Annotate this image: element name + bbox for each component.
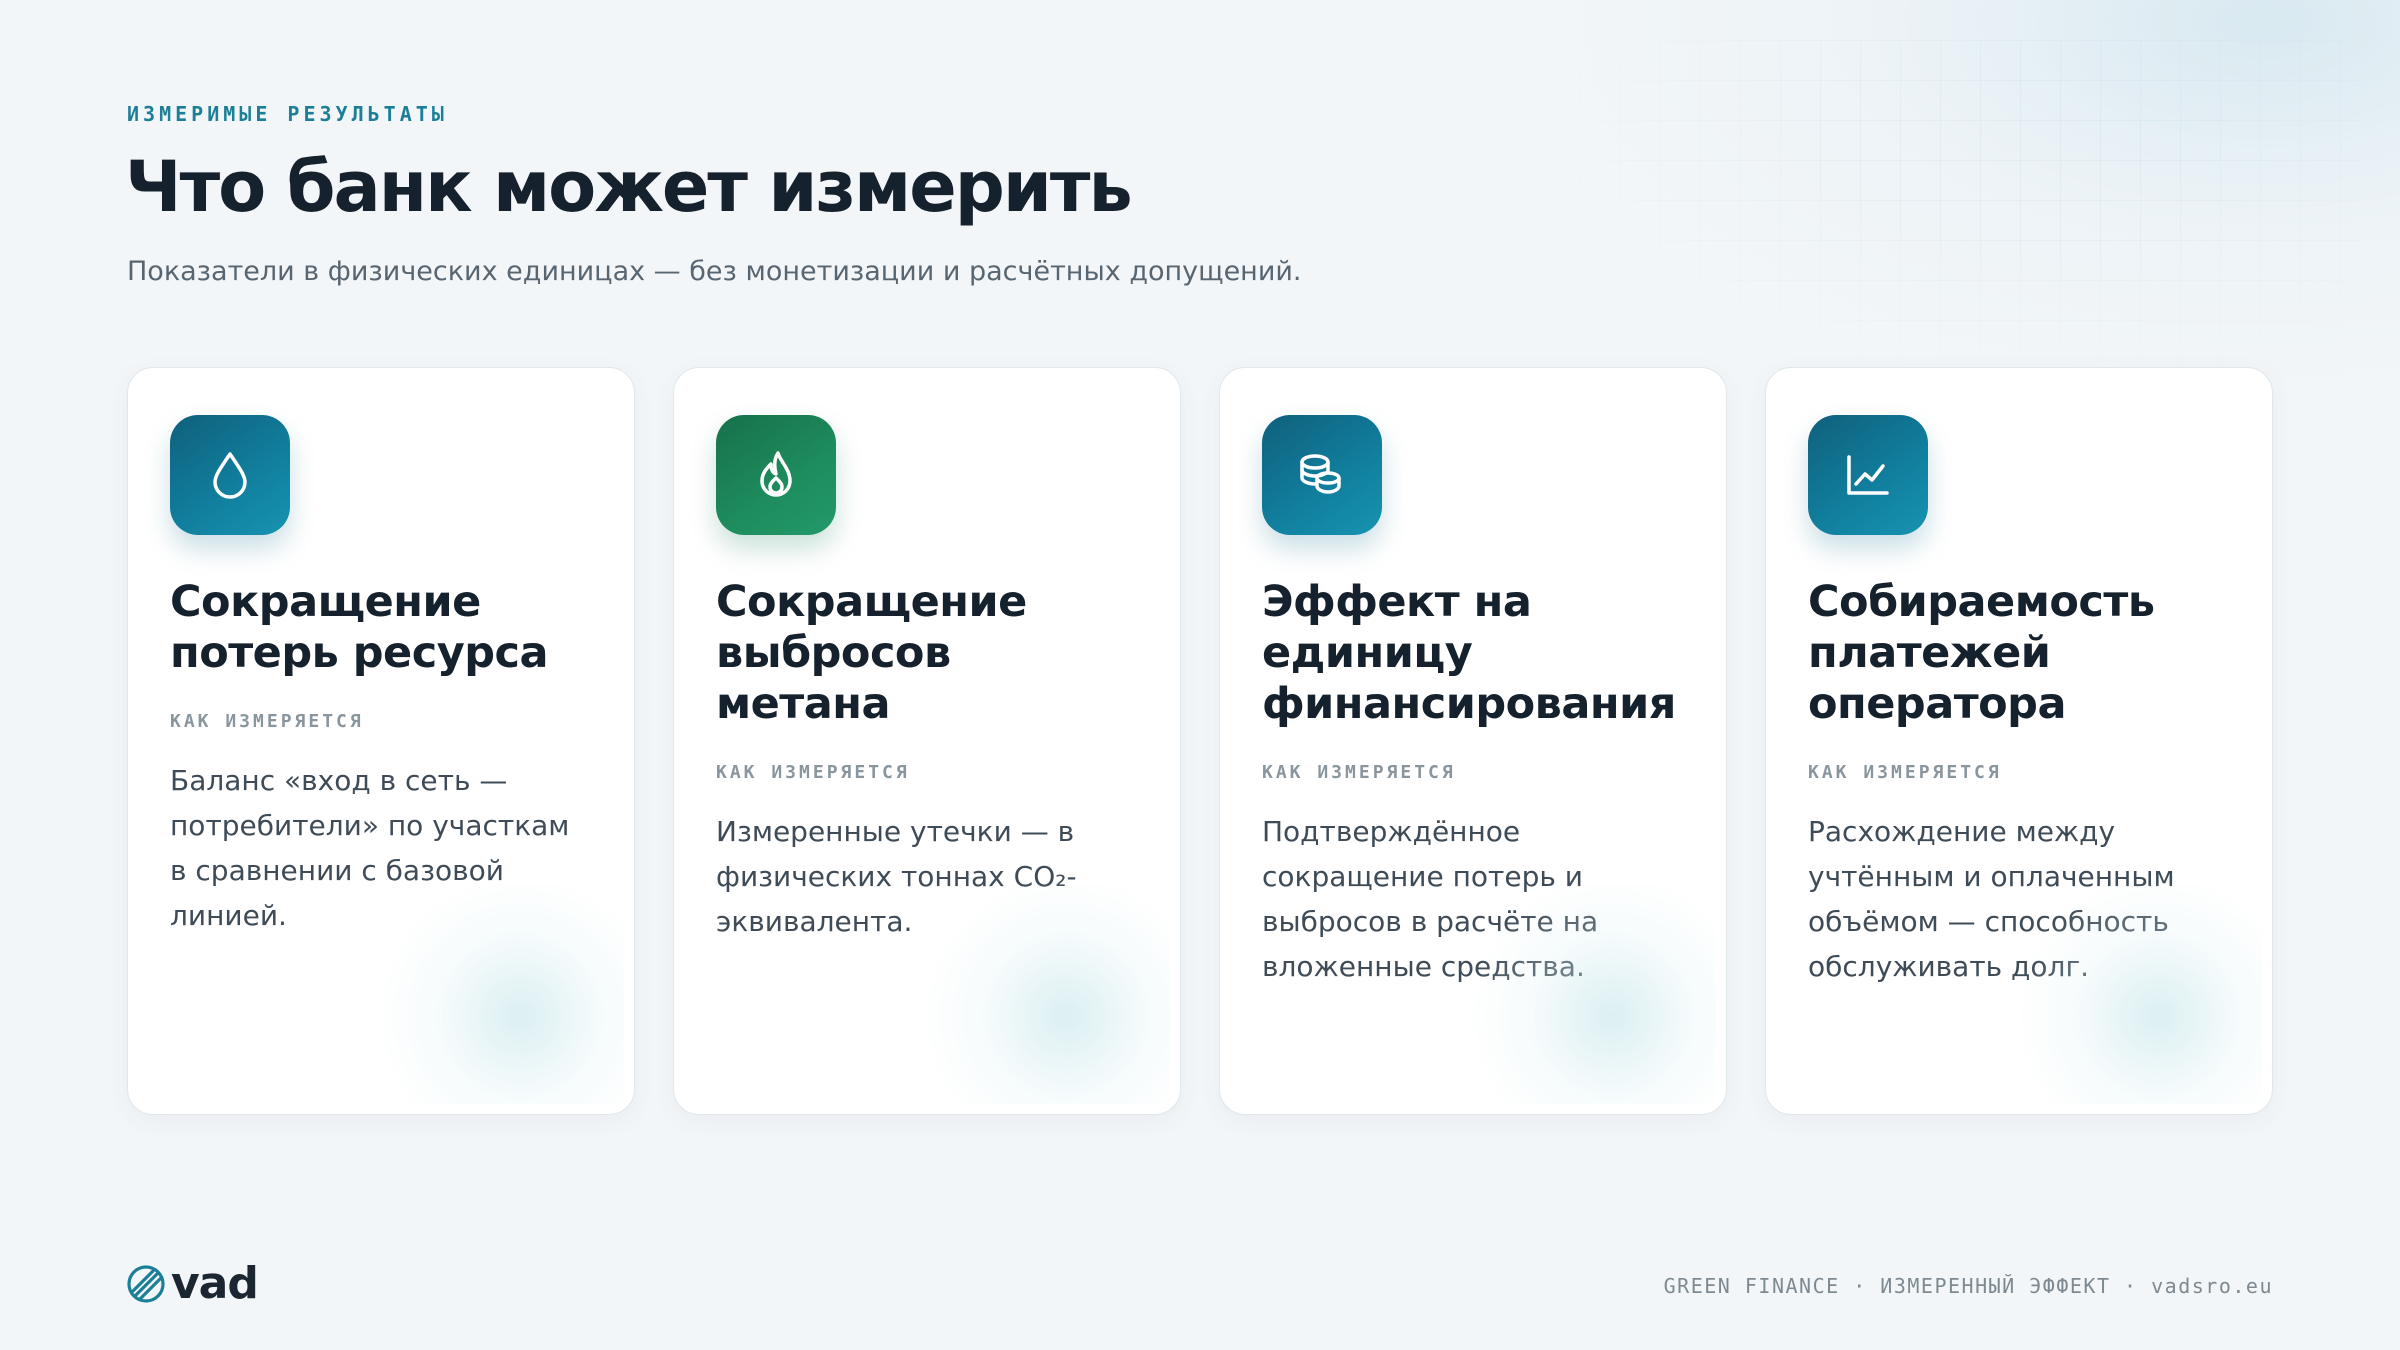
card-title: Сокращение потерь ресурса <box>170 577 549 678</box>
vad-globe-icon <box>127 1265 165 1303</box>
water-drop-icon <box>170 415 290 535</box>
card-description: Подтверждённое сокращение потерь и выбро… <box>1262 815 1599 983</box>
background-grid <box>1540 40 2360 380</box>
card-title: Собираемость платежей оператора <box>1808 577 2155 729</box>
card-title: Сокращение выбросов метана <box>716 577 1027 729</box>
metric-card-methane: Сокращение выбросов метана КАК ИЗМЕРЯЕТС… <box>673 367 1181 1115</box>
metric-card-resource-loss: Сокращение потерь ресурса КАК ИЗМЕРЯЕТСЯ… <box>127 367 635 1115</box>
flame-icon <box>716 415 836 535</box>
metric-card-financing-effect: Эффект на единицу финансирования КАК ИЗМ… <box>1219 367 1727 1115</box>
card-label: КАК ИЗМЕРЯЕТСЯ <box>716 762 910 783</box>
card-label: КАК ИЗМЕРЯЕТСЯ <box>1808 762 2002 783</box>
footer-tagline: GREEN FINANCE · ИЗМЕРЕННЫЙ ЭФФЕКТ · vads… <box>1663 1274 2273 1298</box>
logo-text: vad <box>171 1258 259 1309</box>
eyebrow-label: ИЗМЕРИМЫЕ РЕЗУЛЬТАТЫ <box>127 102 448 126</box>
card-description: Баланс «вход в сеть — потребители» по уч… <box>170 764 570 932</box>
metric-card-payment-collection: Собираемость платежей оператора КАК ИЗМЕ… <box>1765 367 2273 1115</box>
metrics-cards: Сокращение потерь ресурса КАК ИЗМЕРЯЕТСЯ… <box>127 367 2273 1115</box>
card-description: Расхождение между учтённым и оплаченным … <box>1808 815 2175 983</box>
card-title: Эффект на единицу финансирования <box>1262 577 1676 729</box>
vad-logo[interactable]: vad <box>125 1258 259 1309</box>
background-glow <box>1500 0 2400 420</box>
card-description: Измеренные утечки — в физических тоннах … <box>716 815 1077 938</box>
card-label: КАК ИЗМЕРЯЕТСЯ <box>1262 762 1456 783</box>
line-chart-icon <box>1808 415 1928 535</box>
coins-icon <box>1262 415 1382 535</box>
page-title: Что банк может измерить <box>125 146 1133 228</box>
page-subtitle: Показатели в физических единицах — без м… <box>127 256 1302 287</box>
card-label: КАК ИЗМЕРЯЕТСЯ <box>170 711 364 732</box>
